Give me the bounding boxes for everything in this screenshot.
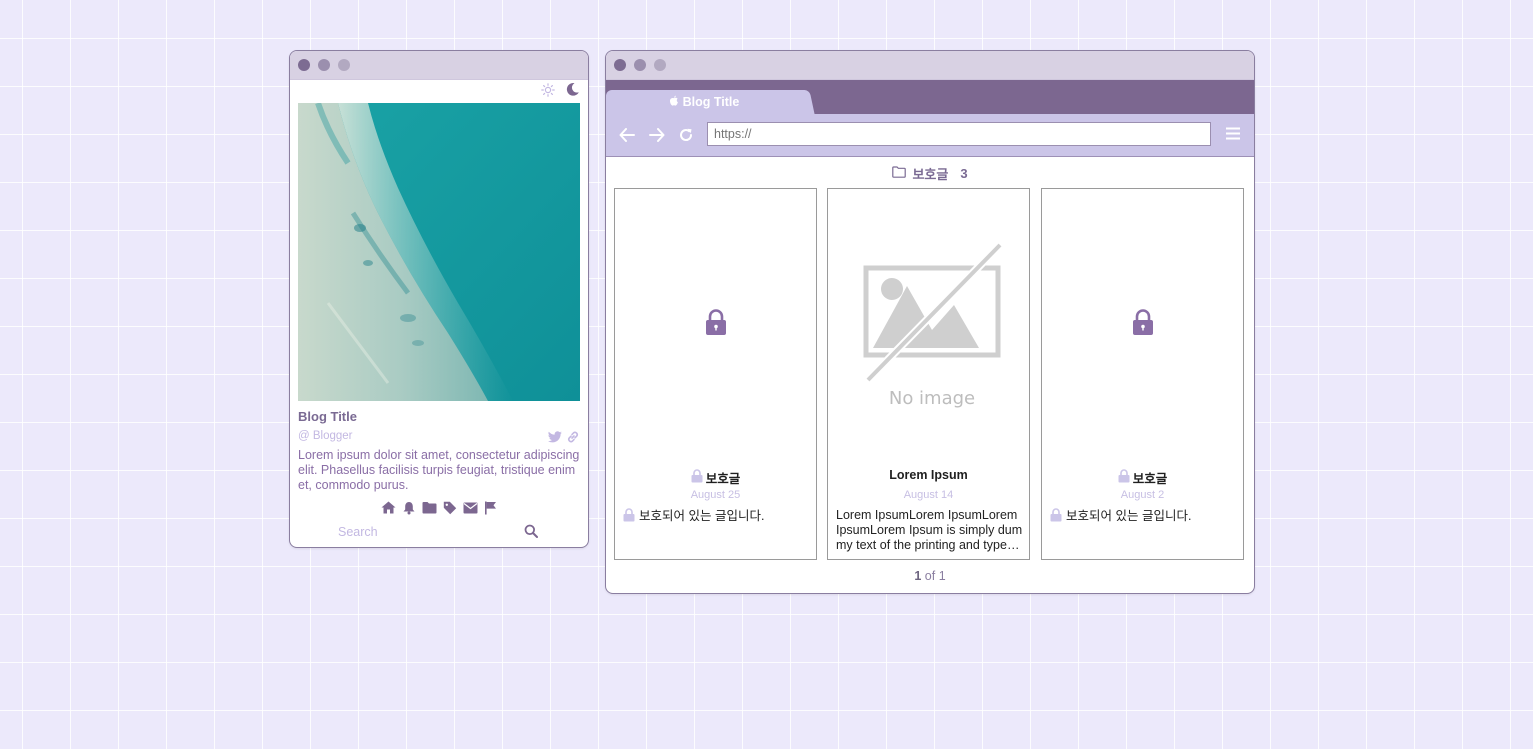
search-input[interactable] (338, 525, 508, 539)
post-title[interactable]: Lorem Ipsum (828, 468, 1029, 482)
home-icon[interactable] (381, 501, 396, 520)
search-icon[interactable] (524, 524, 538, 543)
post-excerpt: 보호되어 있는 글입니다. (623, 508, 811, 526)
post-title[interactable]: 보호글 (615, 468, 816, 487)
post-card[interactable]: 보호글 August 2 보호되어 있는 글입니다. (1041, 188, 1244, 560)
post-excerpt-text: 보호되어 있는 글입니다. (1066, 509, 1192, 523)
post-card[interactable]: 보호글 August 25 보호되어 있는 글입니다. (614, 188, 817, 560)
post-thumbnail (615, 189, 816, 461)
apple-icon (669, 95, 679, 110)
twitter-icon[interactable] (548, 430, 562, 449)
post-title[interactable]: 보호글 (1042, 468, 1243, 487)
hamburger-menu-icon[interactable] (1226, 127, 1240, 145)
post-title-text: 보호글 (1132, 472, 1168, 486)
category-count: 3 (960, 166, 968, 181)
profile-window: Blog Title @ Blogger Lorem ipsum dolor s… (289, 50, 589, 548)
browser-tab[interactable]: Blog Title (606, 90, 802, 114)
post-thumbnail (1042, 189, 1243, 461)
no-image-text: No image (888, 388, 974, 409)
pagination-separator: of (924, 569, 936, 583)
flag-icon[interactable] (484, 501, 497, 520)
blog-description: Lorem ipsum dolor sit amet, consectetur … (298, 448, 580, 492)
blog-nav (290, 501, 588, 520)
pagination: 1 of 1 (606, 569, 1254, 583)
theme-toggle (541, 82, 580, 102)
post-date: August 25 (690, 489, 741, 501)
total-pages: 1 (938, 569, 946, 583)
hero-image (298, 102, 580, 401)
tag-icon[interactable] (443, 501, 457, 520)
window-titlebar (606, 51, 1254, 80)
post-date: August 2 (1120, 489, 1165, 501)
window-minimize-dot[interactable] (318, 59, 330, 71)
forward-arrow-icon[interactable] (648, 126, 666, 144)
window-close-dot[interactable] (614, 59, 626, 71)
search-bar (290, 523, 588, 543)
bell-icon[interactable] (402, 501, 416, 520)
post-title-text: 보호글 (705, 472, 741, 486)
blog-title[interactable]: Blog Title (298, 409, 357, 424)
lock-icon (1118, 469, 1130, 486)
address-bar[interactable] (707, 122, 1211, 146)
window-close-dot[interactable] (298, 59, 310, 71)
window-maximize-dot[interactable] (338, 59, 350, 71)
browser-window: Blog Title 보호글 3 (605, 50, 1255, 594)
post-date: August 14 (903, 489, 954, 501)
sun-icon[interactable] (541, 82, 555, 102)
tab-title: Blog Title (682, 95, 740, 109)
window-titlebar (290, 51, 588, 80)
link-icon[interactable] (566, 430, 580, 449)
folder-icon[interactable] (422, 501, 437, 520)
blogger-handle[interactable]: @ Blogger (298, 430, 353, 442)
social-links (548, 430, 580, 449)
lock-icon (1050, 508, 1062, 526)
lock-icon (705, 309, 727, 341)
lock-icon (1132, 309, 1154, 341)
back-arrow-icon[interactable] (618, 126, 636, 144)
browser-tab-bar: Blog Title (606, 80, 1254, 114)
current-page[interactable]: 1 (914, 569, 921, 583)
mail-icon[interactable] (463, 501, 478, 520)
folder-outline-icon (892, 166, 907, 181)
category-name: 보호글 (912, 167, 949, 182)
post-thumbnail: No image (828, 189, 1029, 461)
post-excerpt: 보호되어 있는 글입니다. (1050, 508, 1238, 526)
post-excerpt-text: 보호되어 있는 글입니다. (639, 509, 765, 523)
post-card[interactable]: No image Lorem Ipsum August 14 Lorem Ips… (827, 188, 1030, 560)
post-title-text: Lorem Ipsum (889, 468, 968, 482)
moon-icon[interactable] (565, 82, 580, 102)
category-header: 보호글 3 (606, 164, 1254, 183)
window-maximize-dot[interactable] (654, 59, 666, 71)
no-image-placeholder: No image (863, 242, 1003, 409)
lock-icon (691, 469, 703, 486)
window-minimize-dot[interactable] (634, 59, 646, 71)
reload-icon[interactable] (677, 126, 695, 144)
browser-toolbar (606, 114, 1254, 157)
post-excerpt: Lorem IpsumLorem IpsumLorem IpsumLorem I… (836, 508, 1024, 552)
lock-icon (623, 508, 635, 526)
